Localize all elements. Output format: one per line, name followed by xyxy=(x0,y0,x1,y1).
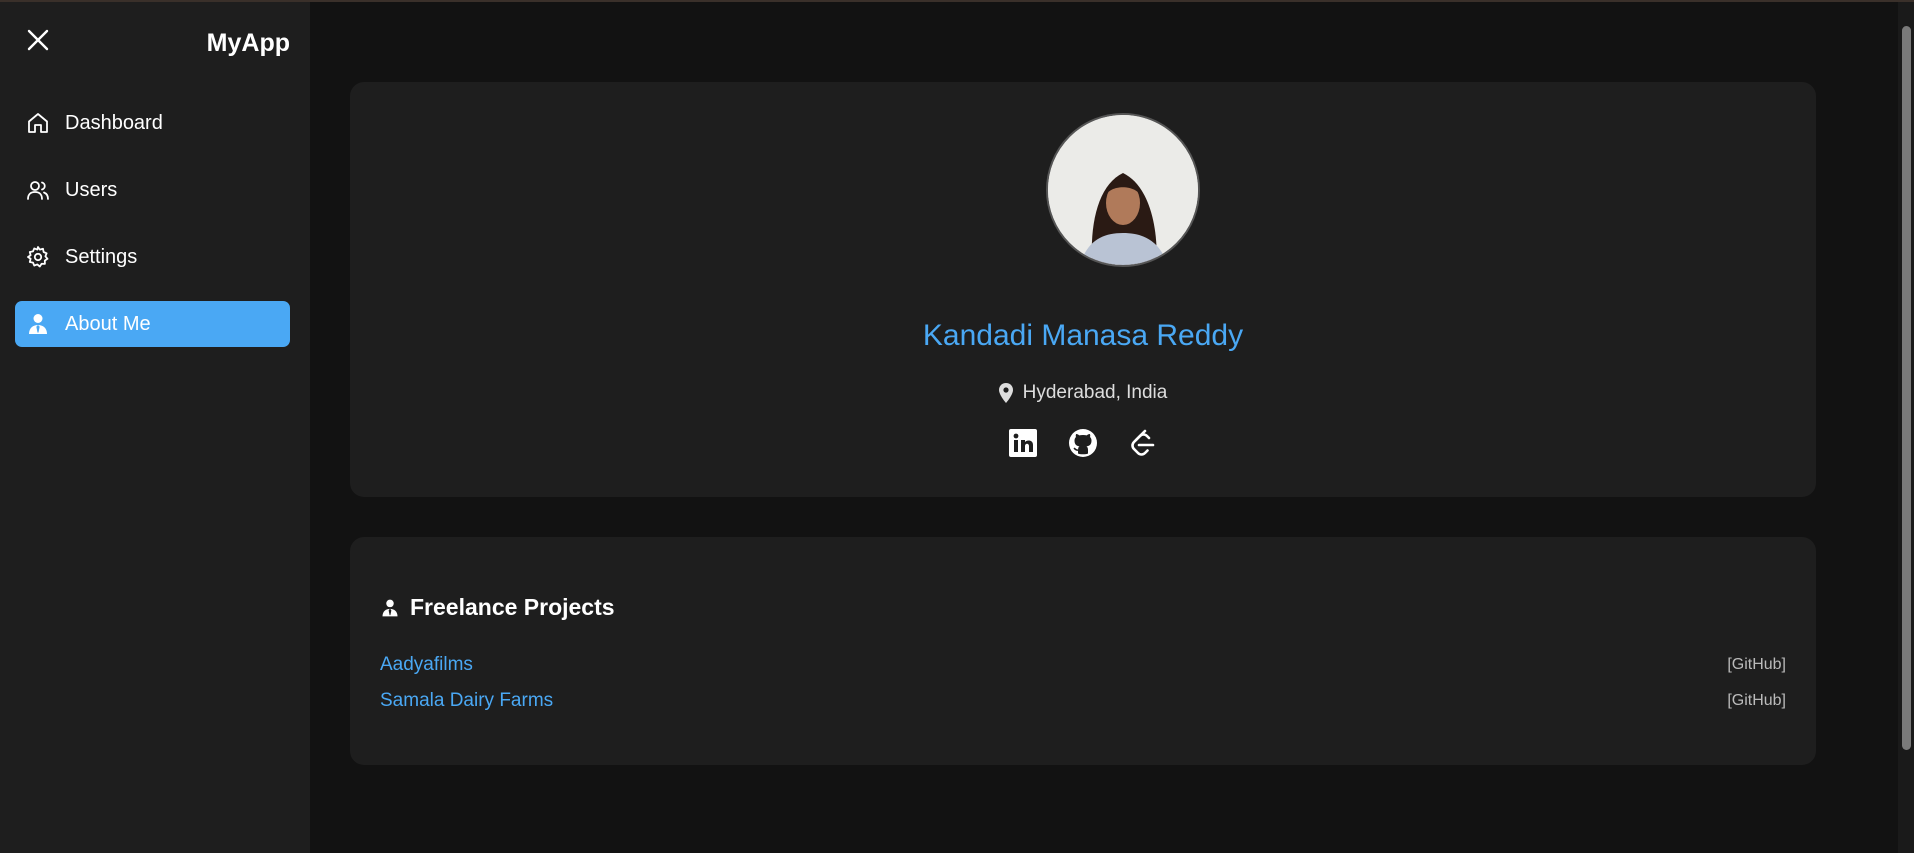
projects-card: Freelance Projects Aadyafilms [GitHub] S… xyxy=(350,537,1816,765)
sidebar-item-label: Dashboard xyxy=(65,111,163,134)
profile-name: Kandadi Manasa Reddy xyxy=(922,319,1244,352)
project-link-samala-dairy-farms[interactable]: Samala Dairy Farms xyxy=(380,690,553,712)
avatar xyxy=(1046,113,1200,267)
project-link-aadyafilms[interactable]: Aadyafilms xyxy=(380,654,473,676)
gear-icon xyxy=(25,244,51,270)
projects-title: Freelance Projects xyxy=(410,594,615,620)
location-pin-icon xyxy=(998,383,1013,403)
github-repo-link[interactable]: [GitHub] xyxy=(1727,656,1786,674)
location-text: Hyderabad, India xyxy=(1022,382,1168,403)
profile-card: Kandadi Manasa Reddy Hyderabad, India xyxy=(350,82,1816,497)
user-tie-icon xyxy=(380,597,400,619)
projects-heading: Freelance Projects xyxy=(380,594,615,621)
sidebar-item-label: Users xyxy=(65,178,118,201)
sidebar: MyApp Dashboard Users Settings About Me xyxy=(0,2,310,853)
linkedin-link[interactable] xyxy=(1008,428,1038,458)
list-item: Samala Dairy Farms [GitHub] xyxy=(380,687,1786,715)
sidebar-item-label: Settings xyxy=(65,245,138,268)
linkedin-icon xyxy=(1009,429,1037,457)
main-content: Kandadi Manasa Reddy Hyderabad, India Fr… xyxy=(310,2,1898,853)
github-repo-link[interactable]: [GitHub] xyxy=(1727,692,1786,710)
github-link[interactable] xyxy=(1068,428,1098,458)
sidebar-nav: Dashboard Users Settings About Me xyxy=(15,100,290,368)
user-tie-icon xyxy=(25,311,51,337)
leetcode-link[interactable] xyxy=(1128,428,1158,458)
vertical-scrollbar[interactable] xyxy=(1898,2,1914,853)
profile-location: Hyderabad, India xyxy=(350,382,1816,404)
home-icon xyxy=(25,110,51,136)
close-icon xyxy=(27,29,49,51)
app-brand[interactable]: MyApp xyxy=(207,29,290,58)
leetcode-icon xyxy=(1131,429,1155,456)
sidebar-item-dashboard[interactable]: Dashboard xyxy=(15,100,290,146)
github-icon xyxy=(1069,429,1097,457)
sidebar-item-settings[interactable]: Settings xyxy=(15,234,290,280)
sidebar-item-label: About Me xyxy=(65,312,151,335)
social-links xyxy=(350,428,1816,458)
close-sidebar-button[interactable] xyxy=(22,24,54,56)
users-icon xyxy=(25,177,51,203)
sidebar-item-users[interactable]: Users xyxy=(15,167,290,213)
sidebar-item-about-me[interactable]: About Me xyxy=(15,301,290,347)
list-item: Aadyafilms [GitHub] xyxy=(380,651,1786,679)
scrollbar-thumb[interactable] xyxy=(1902,26,1911,750)
